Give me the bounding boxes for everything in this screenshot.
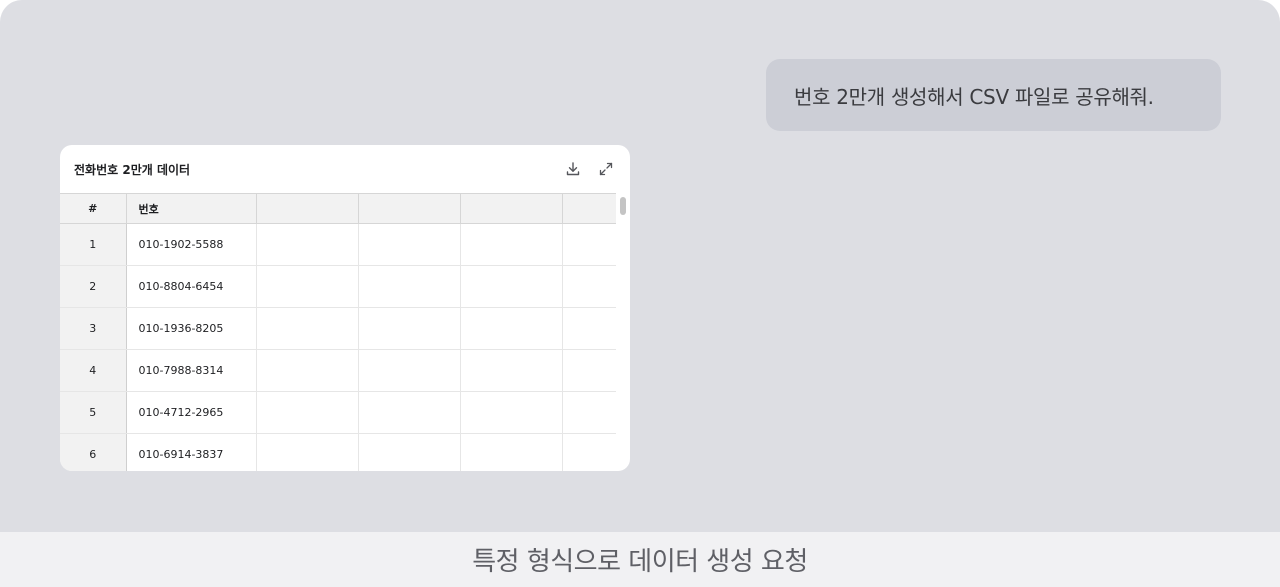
table-row: 1 010-1902-5588 xyxy=(60,223,616,266)
table-header-row: # 번호 xyxy=(60,193,616,224)
empty-cell[interactable] xyxy=(460,223,563,266)
vertical-scrollbar[interactable] xyxy=(620,197,626,215)
empty-cell[interactable] xyxy=(256,307,359,350)
column-header-empty[interactable] xyxy=(460,193,563,224)
row-index: 3 xyxy=(60,307,127,350)
column-header-empty[interactable] xyxy=(562,193,616,224)
empty-cell[interactable] xyxy=(256,223,359,266)
empty-cell[interactable] xyxy=(358,265,461,308)
empty-cell[interactable] xyxy=(256,391,359,434)
phone-number-cell[interactable]: 010-1902-5588 xyxy=(126,223,257,266)
data-grid[interactable]: # 번호 1 010-1902-5588 2 010-8804-6454 3 0… xyxy=(60,193,616,471)
table-row: 4 010-7988-8314 xyxy=(60,349,616,392)
empty-cell[interactable] xyxy=(256,433,359,471)
card-header: 전화번호 2만개 데이터 xyxy=(60,145,630,193)
empty-cell[interactable] xyxy=(460,391,563,434)
row-index: 2 xyxy=(60,265,127,308)
row-index: 1 xyxy=(60,223,127,266)
user-message-text: 번호 2만개 생성해서 CSV 파일로 공유해줘. xyxy=(794,84,1154,109)
empty-cell[interactable] xyxy=(460,433,563,471)
download-icon[interactable] xyxy=(562,158,584,180)
caption-text: 특정 형식으로 데이터 생성 요청 xyxy=(472,547,808,577)
phone-number-cell[interactable]: 010-4712-2965 xyxy=(126,391,257,434)
table-row: 6 010-6914-3837 xyxy=(60,433,616,471)
empty-cell[interactable] xyxy=(460,349,563,392)
empty-cell[interactable] xyxy=(460,265,563,308)
chat-canvas: 번호 2만개 생성해서 CSV 파일로 공유해줘. 전화번호 2만개 데이터 #… xyxy=(0,0,1280,532)
column-header-index[interactable]: # xyxy=(60,193,127,224)
data-table: # 번호 1 010-1902-5588 2 010-8804-6454 3 0… xyxy=(60,193,616,471)
phone-number-cell[interactable]: 010-6914-3837 xyxy=(126,433,257,471)
row-index: 4 xyxy=(60,349,127,392)
row-index: 5 xyxy=(60,391,127,434)
caption-bar: 특정 형식으로 데이터 생성 요청 xyxy=(0,532,1280,587)
table-row: 5 010-4712-2965 xyxy=(60,391,616,434)
empty-cell[interactable] xyxy=(256,265,359,308)
phone-number-cell[interactable]: 010-7988-8314 xyxy=(126,349,257,392)
data-table-card: 전화번호 2만개 데이터 # 번호 1 010-1902-5588 2 010-… xyxy=(60,145,630,471)
empty-cell[interactable] xyxy=(460,307,563,350)
empty-cell[interactable] xyxy=(562,307,616,350)
column-header-empty[interactable] xyxy=(256,193,359,224)
expand-icon[interactable] xyxy=(595,158,617,180)
empty-cell[interactable] xyxy=(358,307,461,350)
column-header-empty[interactable] xyxy=(358,193,461,224)
card-title: 전화번호 2만개 데이터 xyxy=(74,163,191,177)
empty-cell[interactable] xyxy=(562,433,616,471)
phone-number-cell[interactable]: 010-8804-6454 xyxy=(126,265,257,308)
empty-cell[interactable] xyxy=(562,265,616,308)
empty-cell[interactable] xyxy=(562,391,616,434)
empty-cell[interactable] xyxy=(358,349,461,392)
table-row: 3 010-1936-8205 xyxy=(60,307,616,350)
phone-number-cell[interactable]: 010-1936-8205 xyxy=(126,307,257,350)
empty-cell[interactable] xyxy=(358,391,461,434)
column-header-number[interactable]: 번호 xyxy=(126,193,257,224)
empty-cell[interactable] xyxy=(358,223,461,266)
empty-cell[interactable] xyxy=(256,349,359,392)
empty-cell[interactable] xyxy=(562,223,616,266)
empty-cell[interactable] xyxy=(562,349,616,392)
empty-cell[interactable] xyxy=(358,433,461,471)
row-index: 6 xyxy=(60,433,127,471)
table-row: 2 010-8804-6454 xyxy=(60,265,616,308)
user-message-bubble: 번호 2만개 생성해서 CSV 파일로 공유해줘. xyxy=(766,59,1221,131)
